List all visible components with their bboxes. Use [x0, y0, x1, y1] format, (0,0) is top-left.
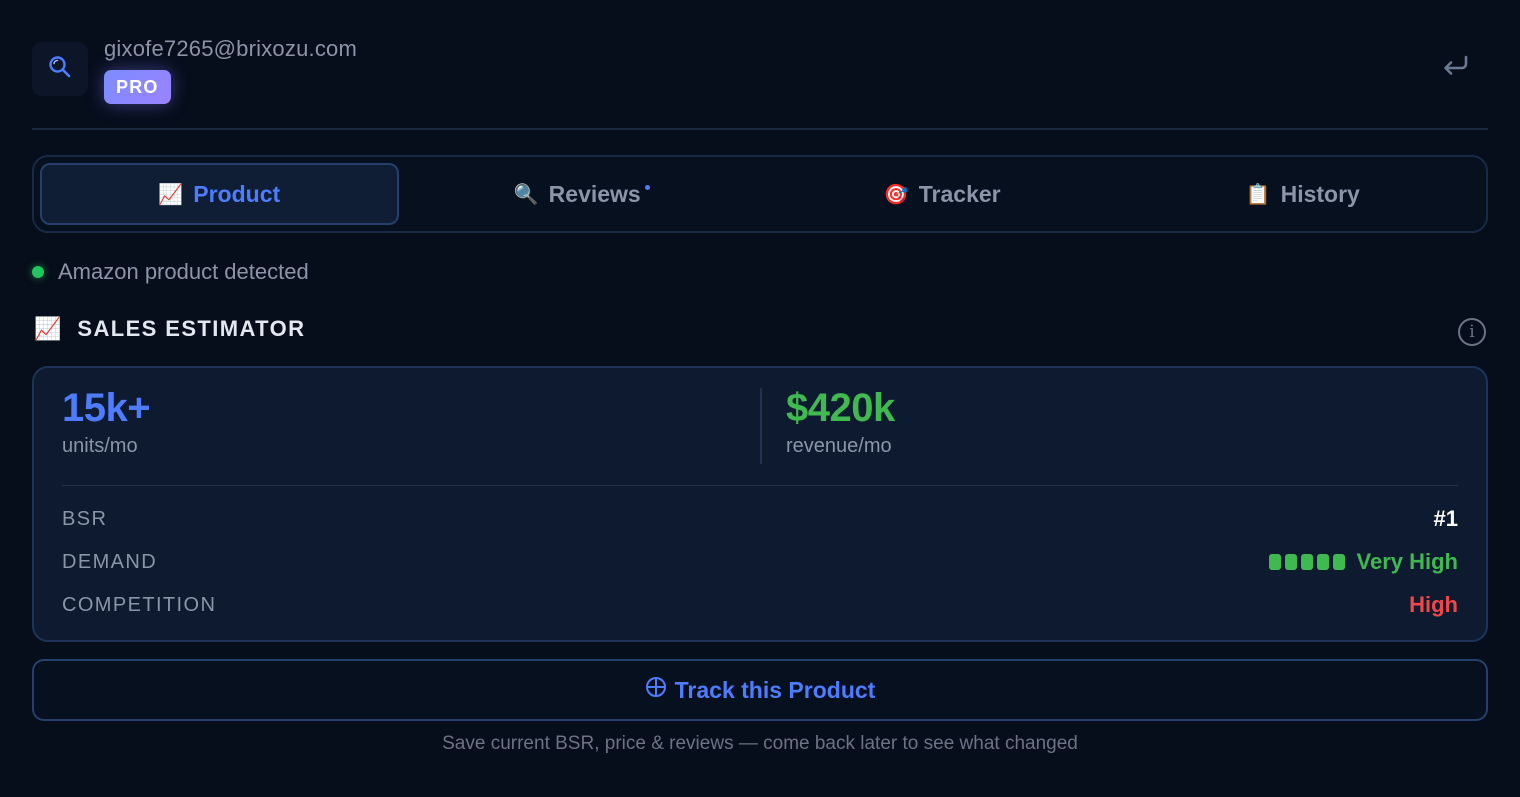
- tab-history[interactable]: 📋 History: [1126, 163, 1481, 225]
- tab-tracker[interactable]: 🎯 Tracker: [765, 163, 1120, 225]
- tab-label: Product: [193, 180, 281, 207]
- competition-row: COMPETITION High: [62, 590, 1458, 620]
- search-icon: [47, 54, 73, 85]
- bsr-row: BSR #1: [62, 504, 1458, 534]
- units-label: units/mo: [62, 435, 138, 457]
- units-metric: 15k+ units/mo: [62, 386, 151, 458]
- metric-divider: [760, 388, 762, 464]
- notification-dot: [644, 184, 650, 190]
- bsr-value: #1: [1433, 506, 1458, 531]
- demand-bar: [1316, 554, 1329, 570]
- section-header: 📈 SALES ESTIMATOR: [34, 316, 305, 342]
- revenue-metric: $420k revenue/mo: [786, 386, 895, 458]
- bsr-label: BSR: [62, 507, 108, 530]
- demand-indicator: Very High: [1268, 549, 1458, 575]
- status-dot: [32, 266, 44, 278]
- tab-label: Reviews: [548, 180, 641, 207]
- sales-estimator-card: 15k+ units/mo $420k revenue/mo BSR #1 DE…: [32, 366, 1488, 642]
- user-email: gixofe7265@brixozu.com: [104, 36, 357, 61]
- card-divider: [62, 485, 1458, 486]
- tab-bar: 📈 Product 🔍 Reviews 🎯 Tracker 📋 History: [32, 155, 1488, 233]
- units-value: 15k+: [62, 386, 151, 430]
- tab-reviews[interactable]: 🔍 Reviews: [405, 163, 760, 225]
- revenue-value: $420k: [786, 386, 895, 430]
- demand-bar: [1300, 554, 1313, 570]
- demand-level-bars: [1268, 554, 1345, 570]
- track-button-label: Track this Product: [674, 676, 876, 703]
- header: gixofe7265@brixozu.com PRO: [32, 0, 1488, 130]
- revenue-label: revenue/mo: [786, 435, 892, 457]
- demand-row: DEMAND Very High: [62, 547, 1458, 577]
- magnifier-icon: 🔍: [513, 183, 539, 206]
- logo: [32, 42, 88, 96]
- detection-status: Amazon product detected: [32, 259, 309, 285]
- info-icon[interactable]: i: [1458, 318, 1486, 346]
- demand-bar: [1284, 554, 1297, 570]
- tab-product[interactable]: 📈 Product: [40, 163, 399, 225]
- tab-label: History: [1280, 180, 1360, 207]
- target-icon: 🎯: [883, 183, 909, 206]
- status-text: Amazon product detected: [58, 259, 309, 284]
- pro-badge: PRO: [104, 70, 171, 104]
- demand-value: Very High: [1356, 549, 1458, 574]
- tab-label: Tracker: [918, 180, 1001, 207]
- logout-button[interactable]: [1438, 50, 1474, 86]
- track-product-button[interactable]: Track this Product: [32, 659, 1488, 721]
- section-title: SALES ESTIMATOR: [77, 316, 306, 341]
- track-hint: Save current BSR, price & reviews — come…: [442, 733, 1078, 754]
- crosshair-icon: [645, 676, 667, 704]
- app-root: gixofe7265@brixozu.com PRO 📈 Product 🔍 R…: [0, 0, 1520, 797]
- clipboard-icon: 📋: [1245, 183, 1271, 206]
- competition-value: High: [1409, 592, 1458, 617]
- demand-bar: [1332, 554, 1345, 570]
- chart-icon: 📈: [34, 316, 62, 341]
- competition-label: COMPETITION: [62, 593, 217, 616]
- return-arrow-icon: [1441, 53, 1471, 84]
- demand-bar: [1268, 554, 1281, 570]
- demand-label: DEMAND: [62, 550, 158, 573]
- chart-icon: 📈: [158, 183, 184, 206]
